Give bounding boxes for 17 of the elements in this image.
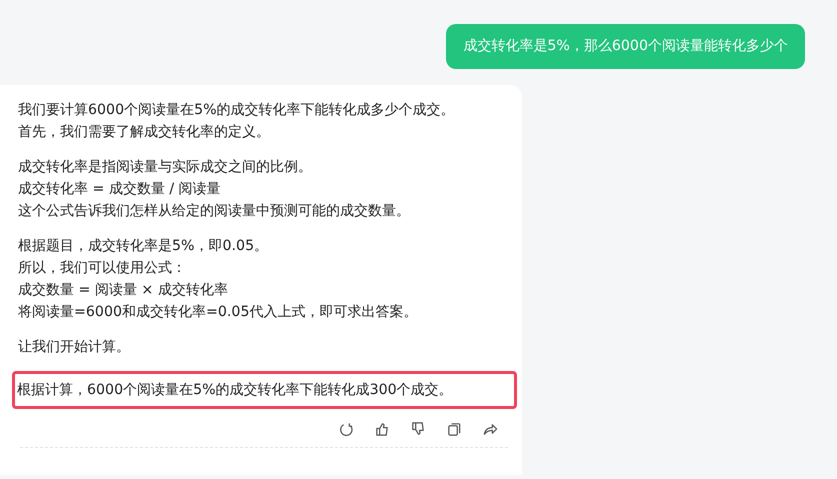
reply-text-line: 首先，我们需要了解成交转化率的定义。 — [18, 123, 271, 142]
thumbs-down-icon — [410, 421, 426, 438]
reply-text-line: 成交数量 = 阅读量 × 成交转化率 — [18, 281, 229, 300]
reply-text-line: 根据计算，6000个阅读量在5%的成交转化率下能转化成300个成交。 — [17, 381, 454, 400]
thumbs-up-icon — [374, 421, 390, 438]
reply-text-line: 这个公式告诉我们怎样从给定的阅读量中预测可能的成交数量。 — [18, 202, 411, 222]
reply-text-line: 让我们开始计算。 — [18, 338, 131, 358]
reply-text-line: 成交转化率 = 成交数量 / 阅读量 — [18, 180, 222, 200]
reply-text-line: 将阅读量=6000和成交转化率=0.05代入上式，即可求出答案。 — [18, 303, 418, 322]
reply-text-line: 我们要计算6000个阅读量在5%的成交转化率下能转化成多少个成交。 — [18, 101, 456, 120]
share-icon — [482, 421, 498, 438]
reply-text-line: 成交转化率是指阅读量与实际成交之间的比例。 — [18, 158, 313, 178]
user-message: 成交转化率是5%，那么6000个阅读量能转化多少个 — [446, 24, 805, 70]
reply-text-line: 所以，我们可以使用公式： — [18, 259, 187, 278]
regenerate-icon — [338, 421, 354, 438]
reply-text-line: 根据题目，成交转化率是5%，即0.05。 — [18, 237, 270, 256]
copy-icon — [446, 421, 462, 438]
